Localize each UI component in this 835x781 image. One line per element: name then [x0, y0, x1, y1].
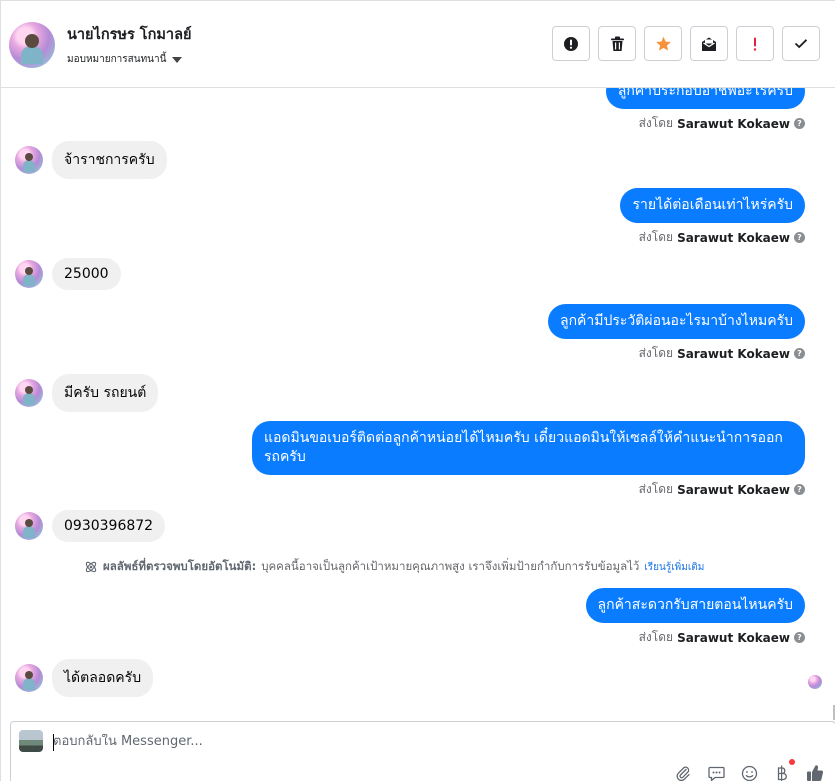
- atom-icon: [85, 561, 97, 573]
- help-icon[interactable]: ?: [794, 348, 805, 359]
- sent-by-label: ส่งโดย Sarawut Kokaew ?: [639, 480, 805, 499]
- spam-button[interactable]: [552, 26, 590, 61]
- sent-by-label: ส่งโดย Sarawut Kokaew ?: [639, 114, 805, 133]
- trash-icon: [610, 36, 624, 51]
- notification-dot: [789, 759, 795, 765]
- envelope-icon: [702, 37, 716, 51]
- message-bubble[interactable]: ลูกค้าประกอบอาชีพอะไรครับ: [605, 88, 805, 109]
- inbox-conversation: นายไกรษร โกมาลย์ มอบหมายการสนทนานี้ ลูกค…: [0, 0, 835, 781]
- page-avatar: [19, 730, 43, 752]
- sender-name: Sarawut Kokaew: [677, 482, 790, 497]
- sent-by-label: ส่งโดย Sarawut Kokaew ?: [639, 628, 805, 647]
- contact-avatar-small: [15, 379, 43, 407]
- seen-indicator-avatar: [808, 675, 822, 689]
- help-icon[interactable]: ?: [794, 118, 805, 129]
- reply-input[interactable]: [53, 734, 653, 749]
- auto-note-title: ผลลัพธ์ที่ตรวจพบโดยอัตโนมัติ:: [103, 559, 257, 573]
- message-bubble[interactable]: มีครับ รถยนต์: [52, 374, 159, 412]
- outgoing-message: รายได้ต่อเดือนเท่าไหร่ครับ ส่งโดย Sarawu…: [620, 188, 805, 247]
- follow-up-button[interactable]: [736, 26, 774, 61]
- emoji-icon[interactable]: [739, 763, 759, 781]
- sender-name: Sarawut Kokaew: [677, 230, 790, 245]
- outgoing-message: ลูกค้าสะดวกรับสายตอนไหนครับ ส่งโดย Saraw…: [585, 588, 805, 647]
- contact-avatar[interactable]: [9, 22, 55, 68]
- sender-name: Sarawut Kokaew: [677, 630, 790, 645]
- help-icon[interactable]: ?: [794, 484, 805, 495]
- message-thread[interactable]: ลูกค้าประกอบอาชีพอะไรครับ ส่งโดย Sarawut…: [1, 88, 835, 720]
- contact-avatar-small: [15, 512, 43, 540]
- incoming-message: 0930396872: [15, 510, 166, 542]
- sent-by-prefix: ส่งโดย: [638, 630, 674, 644]
- sender-name: Sarawut Kokaew: [677, 116, 790, 131]
- check-icon: [794, 39, 808, 49]
- contact-avatar-small: [15, 664, 43, 692]
- exclamation-icon: [753, 37, 757, 51]
- outgoing-message: แอดมินขอเบอร์ติดต่อลูกค้าหน่อยได้ไหมครับ…: [252, 421, 805, 499]
- auto-detection-notice: ผลลัพธ์ที่ตรวจพบโดยอัตโนมัติ: บุคคลนี้อา…: [84, 558, 704, 576]
- like-icon[interactable]: [805, 763, 825, 781]
- text-cursor: [53, 734, 54, 751]
- sent-by-label: ส่งโดย Sarawut Kokaew ?: [639, 228, 805, 247]
- message-bubble[interactable]: ลูกค้ามีประวัติผ่อนอะไรมาบ้างไหมครับ: [547, 304, 805, 339]
- sender-name: Sarawut Kokaew: [677, 346, 790, 361]
- message-bubble[interactable]: รายได้ต่อเดือนเท่าไหร่ครับ: [620, 188, 805, 223]
- help-icon[interactable]: ?: [794, 232, 805, 243]
- message-bubble[interactable]: แอดมินขอเบอร์ติดต่อลูกค้าหน่อยได้ไหมครับ…: [252, 421, 805, 475]
- baht-icon[interactable]: [772, 759, 795, 781]
- sent-by-prefix: ส่งโดย: [638, 116, 674, 130]
- conversation-toolbar: [552, 26, 820, 61]
- message-bubble[interactable]: ได้ตลอดครับ: [52, 659, 154, 697]
- outgoing-message: ลูกค้าประกอบอาชีพอะไรครับ ส่งโดย Sarawut…: [605, 88, 805, 133]
- sent-by-label: ส่งโดย Sarawut Kokaew ?: [639, 344, 805, 363]
- assign-conversation-dropdown[interactable]: มอบหมายการสนทนานี้: [67, 52, 183, 67]
- contact-avatar-small: [15, 146, 43, 174]
- sent-by-prefix: ส่งโดย: [638, 230, 674, 244]
- attach-icon[interactable]: [673, 763, 693, 781]
- saved-reply-icon[interactable]: [706, 763, 726, 781]
- star-button[interactable]: [644, 26, 682, 61]
- learn-more-link[interactable]: เรียนรู้เพิ่มเติม: [644, 560, 704, 575]
- contact-name[interactable]: นายไกรษร โกมาลย์: [67, 23, 191, 46]
- alert-circle-icon: [564, 36, 578, 51]
- message-bubble[interactable]: 0930396872: [52, 510, 166, 542]
- message-bubble[interactable]: 25000: [52, 258, 121, 290]
- conversation-header: นายไกรษร โกมาลย์ มอบหมายการสนทนานี้: [1, 1, 835, 88]
- mark-unread-button[interactable]: [690, 26, 728, 61]
- sent-by-prefix: ส่งโดย: [638, 346, 674, 360]
- sent-by-prefix: ส่งโดย: [638, 482, 674, 496]
- reply-composer: [10, 721, 835, 781]
- incoming-message: 25000: [15, 258, 121, 290]
- outgoing-message: ลูกค้ามีประวัติผ่อนอะไรมาบ้างไหมครับ ส่ง…: [547, 304, 805, 363]
- message-bubble[interactable]: ลูกค้าสะดวกรับสายตอนไหนครับ: [585, 588, 805, 623]
- auto-note-text: บุคคลนี้อาจเป็นลูกค้าเป้าหมายคุณภาพสูง เ…: [261, 559, 640, 573]
- message-bubble[interactable]: จ้าราชการครับ: [52, 141, 167, 179]
- delete-button[interactable]: [598, 26, 636, 61]
- incoming-message: มีครับ รถยนต์: [15, 374, 159, 412]
- done-button[interactable]: [782, 26, 820, 61]
- assign-label: มอบหมายการสนทนานี้: [67, 54, 167, 65]
- composer-tools: [673, 759, 825, 781]
- caret-down-icon: [172, 56, 183, 63]
- help-icon[interactable]: ?: [794, 632, 805, 643]
- star-icon: [655, 36, 671, 51]
- incoming-message: ได้ตลอดครับ: [15, 659, 154, 697]
- contact-avatar-small: [15, 260, 43, 288]
- incoming-message: จ้าราชการครับ: [15, 141, 167, 179]
